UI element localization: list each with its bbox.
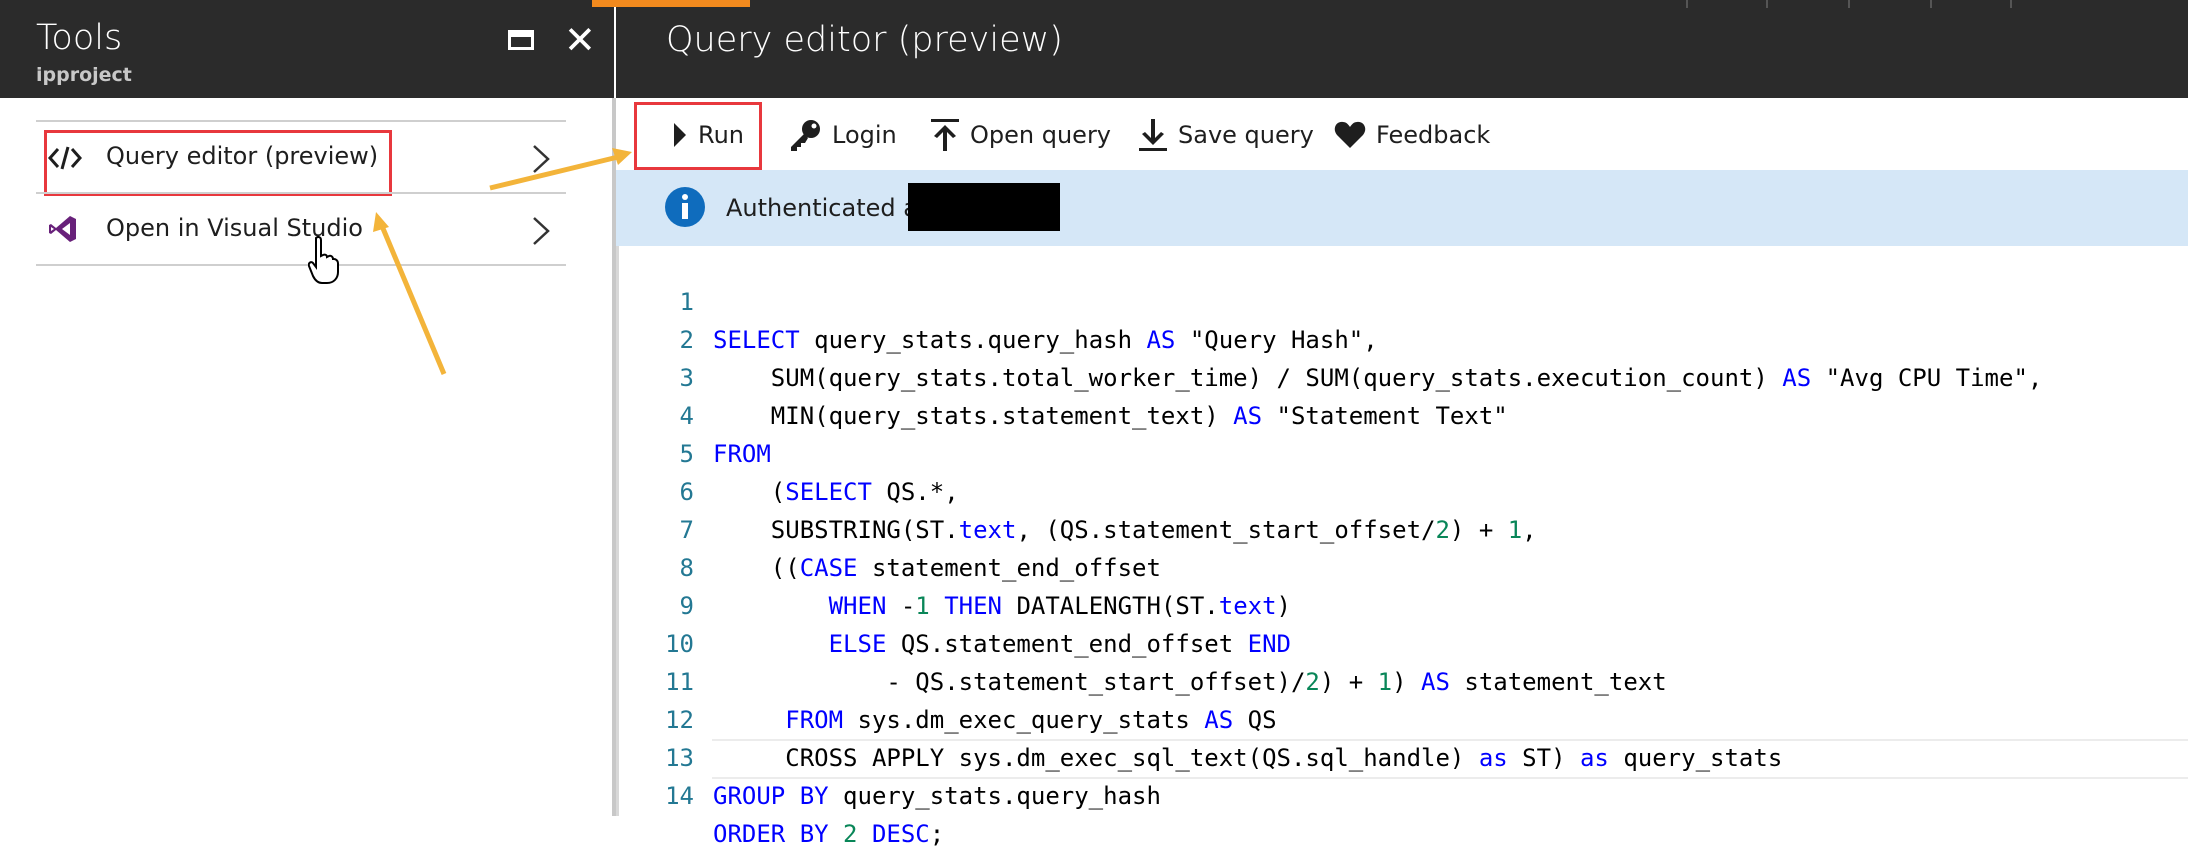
annotation-arrow: [489, 154, 619, 191]
annotation-arrowhead: [373, 212, 389, 232]
code-text: ORDER BY 2 DESC;: [713, 820, 945, 848]
annotation-arrow: [379, 225, 447, 375]
annotation-arrowhead: [612, 148, 632, 165]
annotation-arrows: [373, 148, 632, 375]
